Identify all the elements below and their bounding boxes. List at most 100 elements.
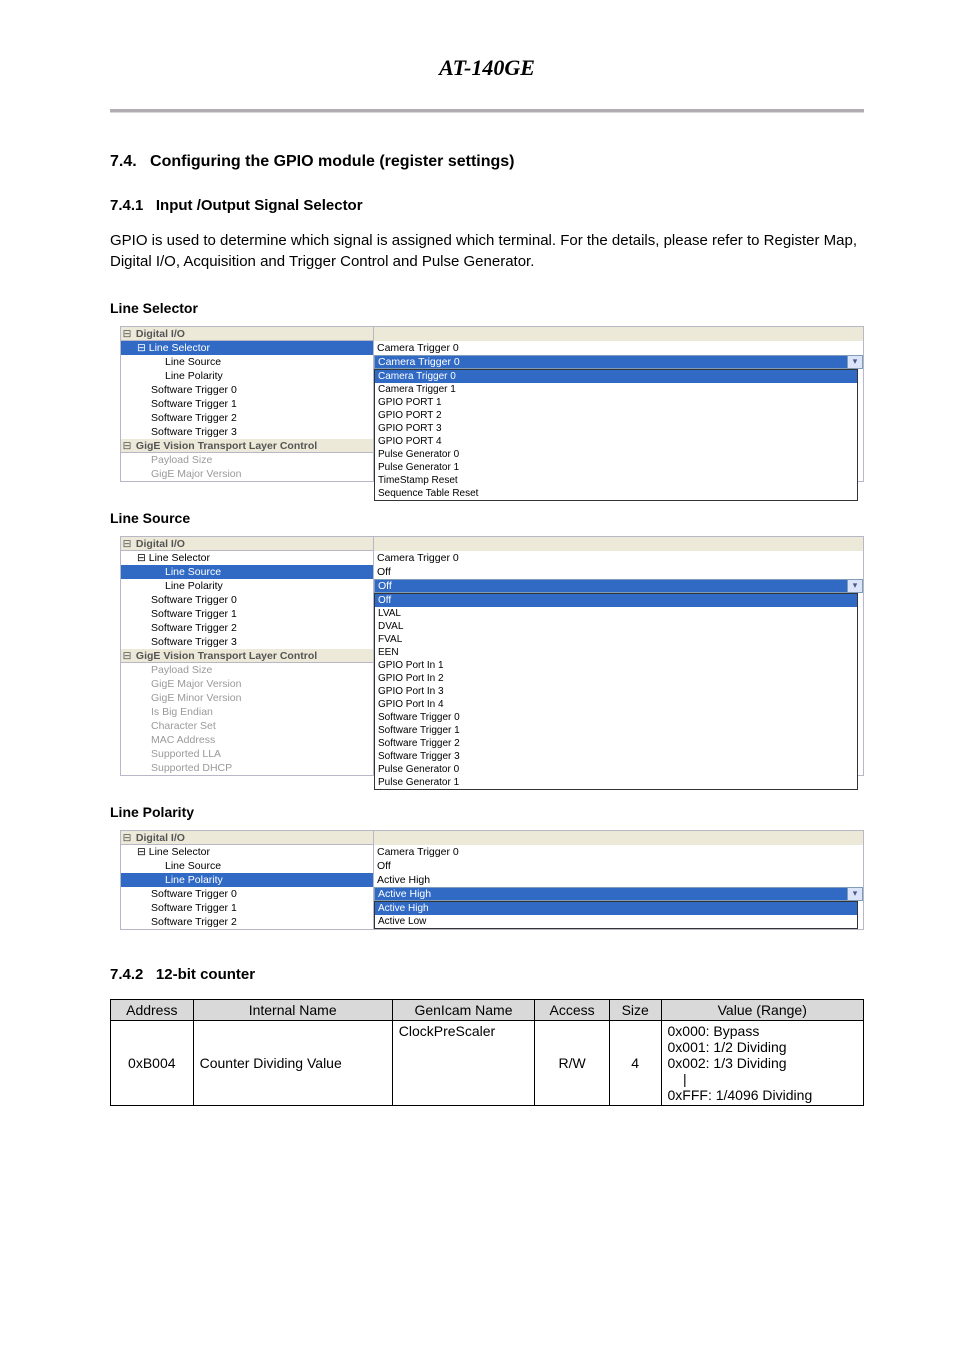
td-address: 0xB004 (111, 1021, 194, 1106)
dropdown-option[interactable]: Software Trigger 2 (375, 737, 857, 750)
table-row: 0xB004 Counter Dividing Value ClockPreSc… (111, 1021, 864, 1106)
register-table: Address Internal Name GenIcam Name Acces… (110, 999, 864, 1106)
prop-sw-trigger-3[interactable]: Software Trigger 3 (121, 635, 373, 649)
dropdown-option[interactable]: Active Low (375, 915, 857, 928)
prop-sw-trigger-1[interactable]: Software Trigger 1 (121, 397, 373, 411)
collapse-icon[interactable]: ⊟ (137, 845, 146, 859)
dropdown-option[interactable]: Software Trigger 1 (375, 724, 857, 737)
dropdown-option[interactable]: GPIO PORT 1 (375, 396, 857, 409)
chevron-down-icon[interactable]: ▾ (847, 580, 862, 592)
prop-sw-trigger-0[interactable]: Software Trigger 0 (121, 383, 373, 397)
table-header-row: Address Internal Name GenIcam Name Acces… (111, 1000, 864, 1021)
prop-lla[interactable]: Supported LLA (121, 747, 373, 761)
prop-line-polarity[interactable]: Line Polarity (121, 579, 373, 593)
caption-line-source: Line Source (110, 510, 864, 526)
category-digital-io[interactable]: ⊟ Digital I/O (121, 537, 373, 551)
category-gige[interactable]: ⊟ GigE Vision Transport Layer Control (121, 649, 373, 663)
dropdown-option[interactable]: TimeStamp Reset (375, 474, 857, 487)
doc-model-title: AT-140GE (110, 55, 864, 81)
dropdown-option[interactable]: DVAL (375, 620, 857, 633)
dropdown-option[interactable]: GPIO Port In 4 (375, 698, 857, 711)
dropdown-option[interactable]: Pulse Generator 0 (375, 763, 857, 776)
prop-sw-trigger-2[interactable]: Software Trigger 2 (121, 411, 373, 425)
dropdown-option[interactable]: Sequence Table Reset (375, 487, 857, 500)
dropdown-option[interactable]: LVAL (375, 607, 857, 620)
dropdown-option[interactable]: GPIO PORT 3 (375, 422, 857, 435)
prop-gige-major[interactable]: GigE Major Version (121, 677, 373, 691)
prop-sw-trigger-1[interactable]: Software Trigger 1 (121, 607, 373, 621)
chevron-down-icon[interactable]: ▾ (847, 356, 862, 368)
line-polarity-options[interactable]: Active HighActive Low (374, 901, 858, 929)
subsection-heading: 7.4.1 Input /Output Signal Selector (110, 197, 864, 214)
prop-line-selector[interactable]: ⊟ Line Selector (121, 341, 373, 355)
collapse-icon[interactable]: ⊟ (121, 537, 133, 551)
dropdown-option[interactable]: Active High (375, 902, 857, 915)
category-label: Digital I/O (136, 327, 185, 341)
prop-big-endian[interactable]: Is Big Endian (121, 705, 373, 719)
dropdown-option[interactable]: Off (375, 594, 857, 607)
collapse-icon[interactable]: ⊟ (121, 649, 133, 663)
prop-line-polarity[interactable]: Line Polarity (121, 873, 373, 887)
th-access: Access (535, 1000, 610, 1021)
prop-label: Line Selector (149, 845, 210, 859)
category-digital-io[interactable]: ⊟ Digital I/O (121, 831, 373, 845)
category-gige[interactable]: ⊟ GigE Vision Transport Layer Control (121, 439, 373, 453)
line-selector-dropdown[interactable]: Camera Trigger 0 ▾ (374, 355, 863, 369)
value-line-polarity[interactable]: Active High (374, 873, 863, 887)
section-number: 7.4. (110, 153, 137, 170)
line-source-dropdown[interactable]: Off ▾ (374, 579, 863, 593)
dropdown-option[interactable]: GPIO PORT 2 (375, 409, 857, 422)
prop-sw-trigger-1[interactable]: Software Trigger 1 (121, 901, 373, 915)
prop-payload-size[interactable]: Payload Size (121, 663, 373, 677)
prop-dhcp[interactable]: Supported DHCP (121, 761, 373, 775)
th-size: Size (609, 1000, 661, 1021)
prop-char-set[interactable]: Character Set (121, 719, 373, 733)
dropdown-option[interactable]: GPIO Port In 2 (375, 672, 857, 685)
dropdown-option[interactable]: EEN (375, 646, 857, 659)
dropdown-option[interactable]: FVAL (375, 633, 857, 646)
dropdown-option[interactable]: Pulse Generator 0 (375, 448, 857, 461)
prop-line-source[interactable]: Line Source (121, 355, 373, 369)
dropdown-option[interactable]: Camera Trigger 0 (375, 370, 857, 383)
category-digital-io[interactable]: ⊟ Digital I/O (121, 327, 373, 341)
collapse-icon[interactable]: ⊟ (121, 439, 133, 453)
collapse-icon[interactable]: ⊟ (137, 551, 146, 565)
line-polarity-dropdown[interactable]: Active High ▾ (374, 887, 863, 901)
value-line-selector[interactable]: Camera Trigger 0 (374, 341, 863, 355)
dropdown-option[interactable]: Camera Trigger 1 (375, 383, 857, 396)
prop-sw-trigger-0[interactable]: Software Trigger 0 (121, 593, 373, 607)
dropdown-option[interactable]: GPIO Port In 1 (375, 659, 857, 672)
chevron-down-icon[interactable]: ▾ (847, 888, 862, 900)
prop-line-source[interactable]: Line Source (121, 565, 373, 579)
dropdown-option[interactable]: Software Trigger 0 (375, 711, 857, 724)
line-selector-options[interactable]: Camera Trigger 0Camera Trigger 1GPIO POR… (374, 369, 858, 501)
th-value-range: Value (Range) (661, 1000, 864, 1021)
prop-sw-trigger-2[interactable]: Software Trigger 2 (121, 621, 373, 635)
line-source-options[interactable]: OffLVALDVALFVALEENGPIO Port In 1GPIO Por… (374, 593, 858, 790)
prop-payload-size[interactable]: Payload Size (121, 453, 373, 467)
prop-line-polarity[interactable]: Line Polarity (121, 369, 373, 383)
value-line-source[interactable]: Off (374, 565, 863, 579)
prop-line-source[interactable]: Line Source (121, 859, 373, 873)
subsection-title-2: 12-bit counter (156, 966, 255, 983)
collapse-icon[interactable]: ⊟ (137, 341, 146, 355)
prop-line-selector[interactable]: ⊟ Line Selector (121, 551, 373, 565)
section-heading: 7.4. Configuring the GPIO module (regist… (110, 153, 864, 171)
collapse-icon[interactable]: ⊟ (121, 327, 133, 341)
prop-sw-trigger-3[interactable]: Software Trigger 3 (121, 425, 373, 439)
prop-gige-minor[interactable]: GigE Minor Version (121, 691, 373, 705)
dropdown-option[interactable]: Software Trigger 3 (375, 750, 857, 763)
prop-gige-major[interactable]: GigE Major Version (121, 467, 373, 481)
dropdown-option[interactable]: GPIO PORT 4 (375, 435, 857, 448)
td-internal-name: Counter Dividing Value (193, 1021, 392, 1106)
dropdown-option[interactable]: Pulse Generator 1 (375, 776, 857, 789)
td-access: R/W (535, 1021, 610, 1106)
prop-sw-trigger-2[interactable]: Software Trigger 2 (121, 915, 373, 929)
prop-sw-trigger-0[interactable]: Software Trigger 0 (121, 887, 373, 901)
dropdown-option[interactable]: GPIO Port In 3 (375, 685, 857, 698)
prop-mac[interactable]: MAC Address (121, 733, 373, 747)
collapse-icon[interactable]: ⊟ (121, 831, 133, 845)
dropdown-current: Off (378, 580, 392, 592)
dropdown-option[interactable]: Pulse Generator 1 (375, 461, 857, 474)
prop-line-selector[interactable]: ⊟ Line Selector (121, 845, 373, 859)
